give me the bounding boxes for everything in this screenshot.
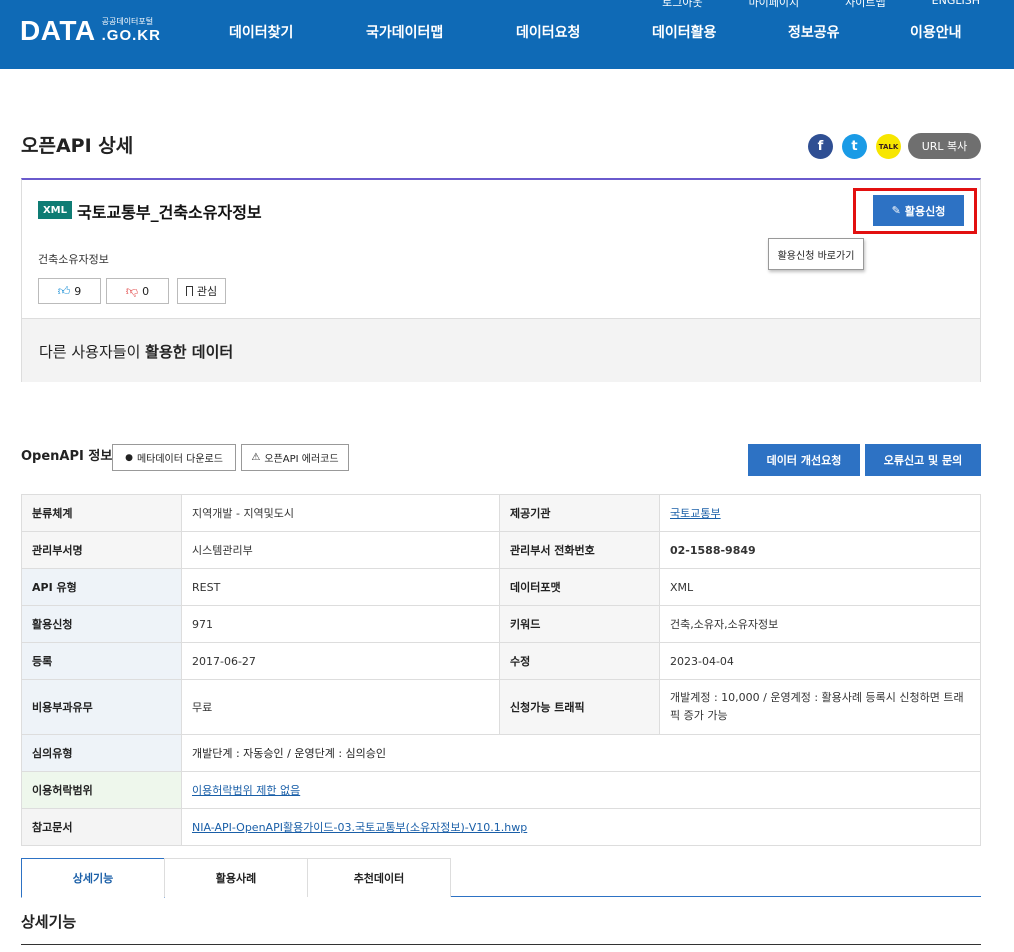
cell-value: NIA-API-OpenAPI활용가이드-03.국토교통부(소유자정보)-V10… bbox=[181, 808, 981, 846]
error-code-label: 오픈API 에러코드 bbox=[264, 454, 339, 465]
table-row: 참고문서 NIA-API-OpenAPI활용가이드-03.국토교통부(소유자정보… bbox=[21, 808, 981, 846]
cell-label: 수정 bbox=[499, 642, 660, 680]
dataset-description: 건축소유자정보 bbox=[38, 253, 109, 266]
cell-value: 971 bbox=[181, 605, 500, 643]
cell-label: 관리부서명 bbox=[21, 531, 182, 569]
tab-use-cases[interactable]: 활용사례 bbox=[164, 858, 308, 897]
favorite-label: 관심 bbox=[196, 285, 218, 298]
twitter-share-icon[interactable]: t bbox=[842, 134, 867, 159]
thumbs-down-icon: 👎︎ bbox=[125, 283, 139, 298]
sitemap-link[interactable]: 사이트맵 bbox=[845, 0, 885, 10]
facebook-share-icon[interactable]: f bbox=[808, 134, 833, 159]
dislike-button[interactable]: 👎︎ 0 bbox=[106, 278, 169, 304]
nav-guide[interactable]: 이용안내 bbox=[910, 22, 962, 42]
cell-label: 데이터포맷 bbox=[499, 568, 660, 606]
cell-label: 관리부서 전화번호 bbox=[499, 531, 660, 569]
table-row: 등록 2017-06-27 수정 2023-04-04 bbox=[21, 642, 981, 680]
other-users-data-heading: 다른 사용자들이 활용한 데이터 bbox=[39, 341, 233, 362]
nav-find-data[interactable]: 데이터찾기 bbox=[229, 22, 293, 42]
apply-button[interactable]: ✎ 활용신청 bbox=[873, 195, 964, 226]
dataset-title: 국토교통부_건축소유자정보 bbox=[77, 203, 262, 222]
pencil-icon: ✎ bbox=[891, 204, 901, 217]
report-inquiry-button[interactable]: 오류신고 및 문의 bbox=[865, 444, 981, 476]
nav-data-request[interactable]: 데이터요청 bbox=[516, 22, 580, 42]
others-prefix: 다른 사용자들이 bbox=[39, 343, 146, 361]
table-row: 관리부서명 시스템관리부 관리부서 전화번호 02-1588-9849 bbox=[21, 531, 981, 569]
cell-label: 신청가능 트래픽 bbox=[499, 679, 660, 735]
nav-national-data-map[interactable]: 국가데이터맵 bbox=[366, 22, 443, 42]
cell-value: 개발단계 : 자동승인 / 운영단계 : 심의승인 bbox=[181, 734, 981, 772]
section-title: 상세기능 bbox=[21, 913, 77, 931]
cell-value: 시스템관리부 bbox=[181, 531, 500, 569]
utility-menu: 로그아웃 마이페이지 사이트맵 ENGLISH bbox=[662, 0, 980, 10]
apply-tooltip: 활용신청 바로가기 bbox=[768, 238, 864, 270]
openapi-info-title: OpenAPI 정보 bbox=[21, 449, 113, 464]
metadata-download-button[interactable]: ● 메타데이터 다운로드 bbox=[112, 444, 236, 471]
cell-label: 등록 bbox=[21, 642, 182, 680]
others-bold: 활용한 데이터 bbox=[145, 343, 234, 361]
reference-doc-link[interactable]: NIA-API-OpenAPI활용가이드-03.국토교통부(소유자정보)-V10… bbox=[192, 821, 527, 834]
url-copy-button[interactable]: URL 복사 bbox=[908, 133, 981, 159]
tag-icon: ● bbox=[125, 452, 133, 463]
cell-value: 무료 bbox=[181, 679, 500, 735]
cell-label: 심의유형 bbox=[21, 734, 182, 772]
table-row: 활용신청 971 키워드 건축,소유자,소유자정보 bbox=[21, 605, 981, 643]
cell-label: API 유형 bbox=[21, 568, 182, 606]
tab-detail-function[interactable]: 상세기능 bbox=[21, 858, 165, 898]
nav-info-share[interactable]: 정보공유 bbox=[788, 22, 840, 42]
english-link[interactable]: ENGLISH bbox=[932, 0, 980, 10]
table-row: API 유형 REST 데이터포맷 XML bbox=[21, 568, 981, 606]
cell-value: 국토교통부 bbox=[659, 494, 981, 532]
table-row: 비용부과유무 무료 신청가능 트래픽 개발계정 : 10,000 / 운영계정 … bbox=[21, 679, 981, 735]
main-nav: 데이터찾기 국가데이터맵 데이터요청 데이터활용 정보공유 이용안내 bbox=[0, 22, 1014, 42]
section-divider bbox=[21, 944, 981, 945]
cell-value: 지역개발 - 지역및도시 bbox=[181, 494, 500, 532]
thumbs-up-icon: 👍︎ bbox=[57, 283, 71, 298]
cell-value: 이용허락범위 제한 없음 bbox=[181, 771, 981, 809]
error-code-button[interactable]: ⚠ 오픈API 에러코드 bbox=[241, 444, 349, 471]
nav-data-use[interactable]: 데이터활용 bbox=[652, 22, 716, 42]
warning-icon: ⚠ bbox=[251, 452, 261, 463]
improve-request-button[interactable]: 데이터 개선요청 bbox=[748, 444, 860, 476]
kakao-share-icon[interactable]: TALK bbox=[876, 134, 901, 159]
cell-value: 개발계정 : 10,000 / 운영계정 : 활용사례 등록시 신청하면 트래픽… bbox=[659, 679, 981, 735]
cell-label: 제공기관 bbox=[499, 494, 660, 532]
logout-link[interactable]: 로그아웃 bbox=[662, 0, 702, 10]
table-row: 분류체계 지역개발 - 지역및도시 제공기관 국토교통부 bbox=[21, 494, 981, 532]
bookmark-icon bbox=[185, 286, 193, 296]
dataset-summary: XML 국토교통부_건축소유자정보 건축소유자정보 👍︎ 9 👎︎ 0 관심 ✎… bbox=[21, 178, 981, 382]
apply-button-label: 활용신청 bbox=[904, 204, 946, 218]
cell-value: 2017-06-27 bbox=[181, 642, 500, 680]
cell-value: 02-1588-9849 bbox=[659, 531, 981, 569]
site-header: 로그아웃 마이페이지 사이트맵 ENGLISH DATA 공공데이터포털 .GO… bbox=[0, 0, 1014, 69]
page-title: 오픈API 상세 bbox=[21, 135, 134, 157]
tab-recommended-data[interactable]: 추천데이터 bbox=[307, 858, 451, 897]
table-row: 심의유형 개발단계 : 자동승인 / 운영단계 : 심의승인 bbox=[21, 734, 981, 772]
provider-link[interactable]: 국토교통부 bbox=[670, 507, 721, 520]
table-row: 이용허락범위 이용허락범위 제한 없음 bbox=[21, 771, 981, 809]
cell-label: 비용부과유무 bbox=[21, 679, 182, 735]
cell-value: 건축,소유자,소유자정보 bbox=[659, 605, 981, 643]
license-link[interactable]: 이용허락범위 제한 없음 bbox=[192, 784, 300, 797]
format-badge: XML bbox=[38, 201, 72, 219]
cell-label: 활용신청 bbox=[21, 605, 182, 643]
detail-tabs: 상세기능 활용사례 추천데이터 bbox=[21, 858, 981, 898]
metadata-download-label: 메타데이터 다운로드 bbox=[136, 454, 223, 465]
mypage-link[interactable]: 마이페이지 bbox=[749, 0, 800, 10]
cell-value: REST bbox=[181, 568, 500, 606]
cell-label: 이용허락범위 bbox=[21, 771, 182, 809]
favorite-button[interactable]: 관심 bbox=[177, 278, 226, 304]
like-button[interactable]: 👍︎ 9 bbox=[38, 278, 101, 304]
openapi-info-table: 분류체계 지역개발 - 지역및도시 제공기관 국토교통부 관리부서명 시스템관리… bbox=[21, 494, 981, 846]
like-count: 9 bbox=[74, 284, 82, 298]
cell-value: 2023-04-04 bbox=[659, 642, 981, 680]
cell-label: 참고문서 bbox=[21, 808, 182, 846]
cell-label: 키워드 bbox=[499, 605, 660, 643]
other-users-data-section: 다른 사용자들이 활용한 데이터 bbox=[22, 318, 980, 382]
cell-label: 분류체계 bbox=[21, 494, 182, 532]
cell-value: XML bbox=[659, 568, 981, 606]
dislike-count: 0 bbox=[142, 284, 150, 298]
